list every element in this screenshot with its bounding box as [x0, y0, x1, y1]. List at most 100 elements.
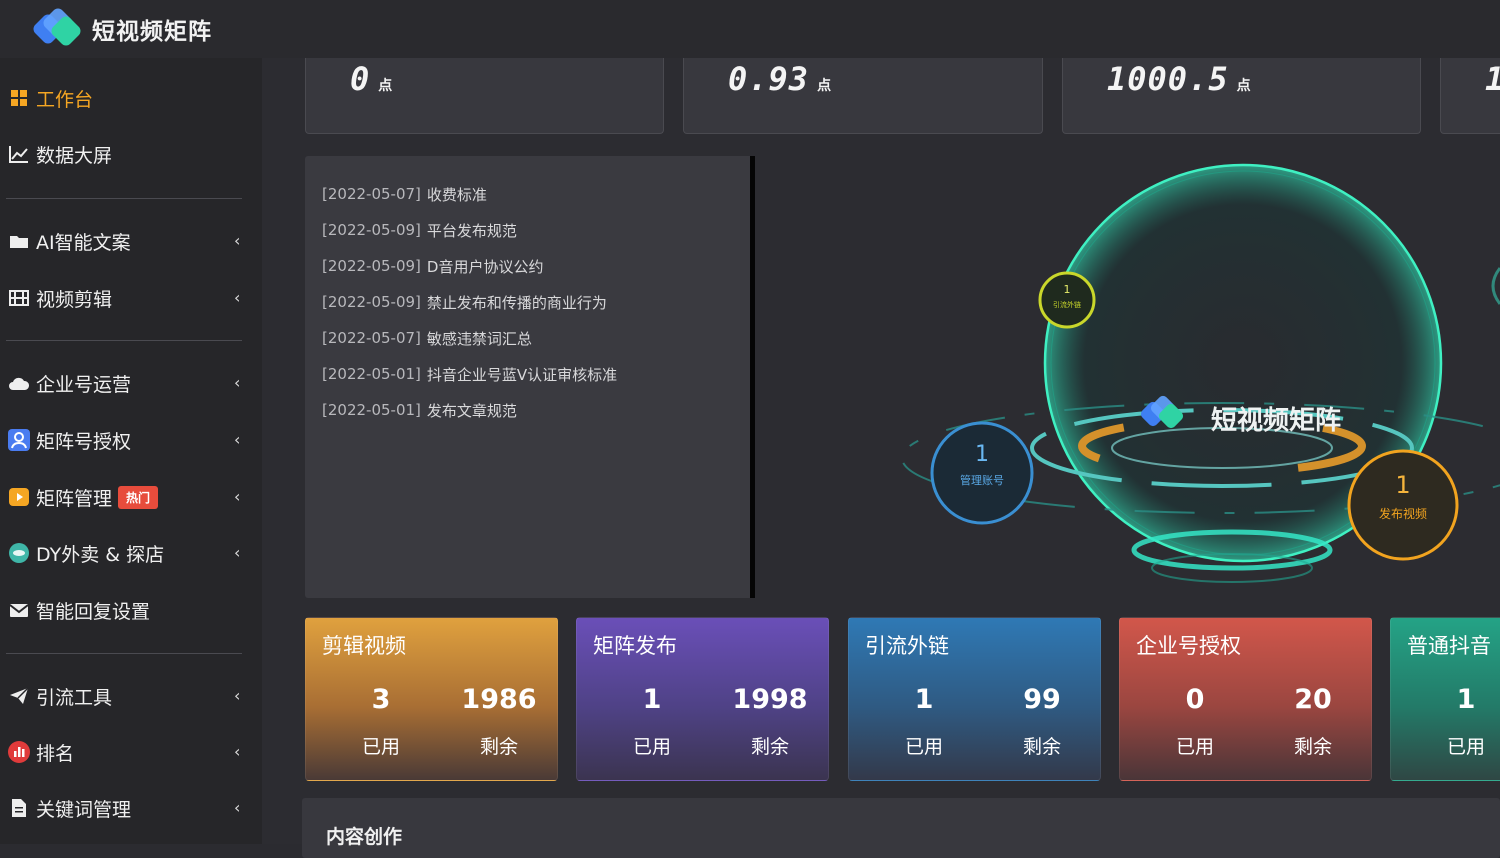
sidebar-item-label: 智能回复设置	[36, 600, 151, 623]
card-title: 剪辑视频	[322, 634, 406, 658]
chevron-left-icon: ‹	[234, 798, 241, 817]
sidebar-item-dy-takeout[interactable]: DY外卖 & 探店 ‹	[0, 533, 262, 573]
chevron-left-icon: ‹	[234, 430, 241, 449]
stat-card: 1	[1440, 58, 1500, 134]
chevron-left-icon: ‹	[234, 543, 241, 562]
brand-title: 短视频矩阵	[1211, 406, 1341, 436]
svg-text:引流外链: 引流外链	[1053, 300, 1081, 309]
sidebar-item-label: 视频剪辑	[36, 288, 113, 311]
sidebar-divider	[6, 340, 242, 341]
card-used-value: 1	[642, 684, 662, 715]
card-used-value: 0	[1185, 684, 1205, 715]
sidebar-item-matrix-auth[interactable]: 矩阵号授权 ‹	[0, 420, 262, 460]
main-content: 0点 0.93点 1000.5点 1 [2022-05-07]收费标准 [202…	[262, 58, 1500, 858]
logo-icon	[31, 6, 83, 49]
sidebar-item-label: 排名	[36, 742, 75, 765]
card-used-label: 已用	[904, 736, 943, 758]
card-enterprise-auth[interactable]: 企业号授权 0 20 已用 剩余	[1119, 617, 1372, 781]
svg-text:1: 1	[975, 442, 989, 467]
card-used-value: 1	[1456, 684, 1476, 715]
sidebar-item-ranking[interactable]: 排名 ‹	[0, 732, 262, 772]
sidebar-item-label: 矩阵管理	[36, 487, 113, 510]
orb-published-videos[interactable]: 1 发布视频	[1347, 449, 1459, 561]
stat-value: 0点	[350, 60, 394, 98]
card-remaining-label: 剩余	[750, 736, 789, 758]
card-video-edit[interactable]: 剪辑视频 3 1986 已用 剩余	[305, 617, 558, 781]
sidebar-item-keyword-manage[interactable]: 关键词管理 ‹	[0, 788, 262, 828]
card-used-value: 1	[914, 684, 934, 715]
sidebar-item-label: 数据大屏	[36, 144, 113, 167]
top-bar: 短视频矩阵	[0, 0, 1500, 58]
card-used-label: 已用	[632, 736, 671, 758]
section-title: 内容创作	[326, 826, 403, 848]
card-remaining-label: 剩余	[479, 736, 518, 758]
stat-value: 1	[1485, 60, 1500, 98]
sidebar-divider	[6, 198, 242, 199]
chevron-left-icon: ‹	[234, 742, 241, 761]
play-icon	[8, 486, 30, 508]
svg-text:发布视频: 发布视频	[1379, 506, 1427, 521]
card-used-label: 已用	[361, 736, 400, 758]
notice-item[interactable]: [2022-05-01] 抖音企业号蓝V认证审核标准	[305, 356, 755, 392]
sidebar-item-video-edit[interactable]: 视频剪辑 ‹	[0, 278, 262, 318]
stat-card: 0.93 点	[683, 58, 1043, 134]
orb-managed-accounts[interactable]: 1 管理账号	[930, 421, 1034, 525]
sidebar-item-label: 引流工具	[36, 686, 113, 709]
stat-value: 1000.5 点	[1107, 60, 1252, 98]
card-used-value: 3	[371, 684, 391, 715]
card-matrix-publish[interactable]: 矩阵发布 1 1998 已用 剩余	[576, 617, 829, 781]
orb-traffic-links[interactable]: 1 引流外链	[1038, 271, 1096, 329]
sidebar-item-smart-reply[interactable]: 智能回复设置	[0, 590, 262, 630]
sidebar-item-label: 矩阵号授权	[36, 430, 132, 453]
sidebar-item-label: 企业号运营	[36, 373, 132, 396]
matrix-visualization: 短视频矩阵 1 引流外链 1 管理账号 1 发布视频	[882, 148, 1500, 608]
content-creation-panel: 内容创作	[302, 798, 1500, 858]
chevron-left-icon: ‹	[234, 288, 241, 307]
paper-plane-icon	[8, 685, 30, 707]
card-title: 引流外链	[865, 634, 949, 658]
user-badge-icon	[8, 429, 30, 451]
envelope-icon	[8, 599, 30, 621]
notice-item[interactable]: [2022-05-09] 平台发布规范	[305, 212, 755, 248]
notice-item[interactable]: [2022-05-07] 敏感违禁词汇总	[305, 320, 755, 356]
card-title: 企业号授权	[1136, 634, 1241, 658]
sidebar-item-workbench[interactable]: 工作台	[0, 78, 262, 118]
card-used-label: 已用	[1446, 736, 1485, 758]
location-icon	[8, 542, 30, 564]
notice-item[interactable]: [2022-05-01] 发布文章规范	[305, 392, 755, 428]
card-used-label: 已用	[1175, 736, 1214, 758]
sidebar-item-label: 工作台	[36, 88, 94, 111]
sidebar-item-matrix-manage[interactable]: 矩阵管理 热门 ‹	[0, 477, 262, 517]
line-chart-icon	[8, 143, 30, 165]
chevron-left-icon: ‹	[234, 231, 241, 250]
cloud-icon	[8, 372, 30, 394]
card-title: 矩阵发布	[593, 634, 677, 658]
folder-icon	[8, 230, 30, 252]
stat-card: 1000.5 点	[1062, 58, 1421, 134]
card-remaining-value: 20	[1294, 684, 1332, 715]
hot-badge: 热门	[118, 485, 159, 509]
sidebar-item-data-screen[interactable]: 数据大屏	[0, 134, 262, 174]
card-traffic-links[interactable]: 引流外链 1 99 已用 剩余	[848, 617, 1101, 781]
sidebar-item-label: DY外卖 & 探店	[36, 543, 165, 566]
stat-value: 0.93 点	[728, 60, 833, 98]
svg-text:1: 1	[1064, 283, 1071, 296]
app-title: 短视频矩阵	[92, 19, 212, 45]
sidebar: 工作台 数据大屏 AI智能文案 ‹ 视频剪辑 ‹ 企业号运营 ‹ 矩阵号授权 ‹	[0, 58, 262, 844]
sidebar-item-ai-copywriting[interactable]: AI智能文案 ‹	[0, 221, 262, 261]
notice-item[interactable]: [2022-05-09] D音用户协议公约	[305, 248, 755, 284]
sidebar-item-traffic-tools[interactable]: 引流工具 ‹	[0, 676, 262, 716]
stat-card: 0点	[305, 58, 664, 134]
svg-text:管理账号: 管理账号	[960, 473, 1004, 487]
card-remaining-label: 剩余	[1293, 736, 1332, 758]
sidebar-item-enterprise-ops[interactable]: 企业号运营 ‹	[0, 363, 262, 403]
card-remaining-value: 1986	[461, 684, 537, 715]
card-remaining-value: 99	[1023, 684, 1061, 715]
notice-item[interactable]: [2022-05-07] 收费标准	[305, 176, 755, 212]
film-icon	[8, 287, 30, 309]
card-normal-douyin[interactable]: 普通抖音 1 已用	[1390, 617, 1500, 781]
notice-item[interactable]: [2022-05-09] 禁止发布和传播的商业行为	[305, 284, 755, 320]
svg-text:1: 1	[1395, 471, 1410, 499]
document-icon	[8, 797, 30, 819]
scrollbar[interactable]	[750, 156, 755, 598]
